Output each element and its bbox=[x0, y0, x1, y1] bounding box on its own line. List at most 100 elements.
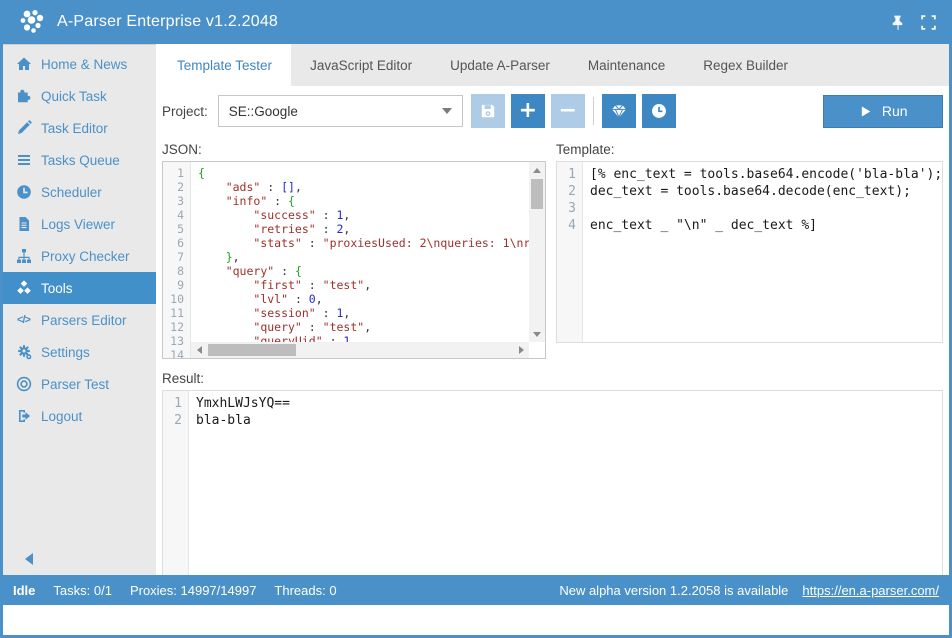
save-project-button[interactable] bbox=[471, 94, 505, 128]
home-icon bbox=[15, 56, 32, 73]
tab-regex-builder[interactable]: Regex Builder bbox=[684, 44, 807, 86]
code-icon: </> bbox=[15, 312, 32, 329]
pencil-icon bbox=[15, 120, 32, 137]
sidebar-item-label: Parser Test bbox=[41, 377, 109, 392]
chevron-down-icon bbox=[442, 108, 452, 114]
sidebar-item-label: Logout bbox=[41, 409, 82, 424]
play-icon bbox=[859, 105, 872, 118]
sidebar-item-logout[interactable]: Logout bbox=[3, 400, 156, 432]
tab-javascript-editor[interactable]: JavaScript Editor bbox=[291, 44, 431, 86]
remove-project-button[interactable]: − bbox=[551, 94, 585, 128]
sidebar-item-parsers-editor[interactable]: </> Parsers Editor bbox=[3, 304, 156, 336]
sidebar-item-label: Tools bbox=[41, 281, 73, 296]
project-toolbar: Project: SE::Google + − bbox=[158, 86, 952, 136]
tab-label: Update A-Parser bbox=[450, 58, 550, 73]
sidebar-item-label: Settings bbox=[41, 345, 90, 360]
main-area: Template Tester JavaScript Editor Update… bbox=[158, 44, 952, 575]
app-logo-icon bbox=[17, 7, 47, 37]
cubes-icon bbox=[15, 280, 32, 297]
statusbar: Idle Tasks: 0/1 Proxies: 14997/14997 Thr… bbox=[3, 575, 949, 605]
status-tasks: Tasks: 0/1 bbox=[53, 583, 112, 598]
run-button-label: Run bbox=[882, 103, 908, 119]
history-button[interactable] bbox=[642, 94, 676, 128]
project-select[interactable]: SE::Google bbox=[218, 95, 463, 127]
template-panel-label: Template: bbox=[556, 142, 943, 157]
tab-label: Maintenance bbox=[588, 58, 665, 73]
target-icon bbox=[15, 376, 32, 393]
sidebar-item-label: Parsers Editor bbox=[41, 313, 127, 328]
status-proxies: Proxies: 14997/14997 bbox=[130, 583, 256, 598]
horizontal-scrollbar[interactable] bbox=[191, 342, 529, 358]
toolbar-separator bbox=[593, 97, 594, 125]
gem-icon bbox=[610, 102, 628, 120]
result-panel: Result: 12YmxhLWJsYQ==bla-bla bbox=[162, 371, 943, 575]
sidebar: Home & News Quick Task Task Editor Tasks… bbox=[3, 44, 156, 575]
sidebar-item-quick-task[interactable]: Quick Task bbox=[3, 80, 156, 112]
tab-label: JavaScript Editor bbox=[310, 58, 412, 73]
add-project-button[interactable]: + bbox=[511, 94, 545, 128]
tabstrip: Template Tester JavaScript Editor Update… bbox=[158, 44, 952, 86]
clock-icon bbox=[15, 184, 32, 201]
sidebar-item-proxy-checker[interactable]: Proxy Checker bbox=[3, 240, 156, 272]
plus-icon: + bbox=[519, 100, 537, 122]
json-code-editor[interactable]: 1234567891011121314{ "ads" : [], "info" … bbox=[162, 161, 546, 359]
project-select-value: SE::Google bbox=[229, 104, 298, 119]
sidebar-item-label: Proxy Checker bbox=[41, 249, 130, 264]
run-button[interactable]: Run bbox=[823, 95, 943, 128]
template-panel: Template: 1234[% enc_text = tools.base64… bbox=[556, 142, 943, 359]
scroll-left-arrow[interactable] bbox=[191, 342, 207, 358]
json-panel-label: JSON: bbox=[162, 142, 546, 157]
network-icon bbox=[15, 248, 32, 265]
pin-icon[interactable] bbox=[889, 14, 906, 31]
json-panel: JSON: 1234567891011121314{ "ads" : [], "… bbox=[162, 142, 546, 359]
sidebar-item-tools[interactable]: Tools bbox=[3, 272, 156, 304]
status-state: Idle bbox=[13, 583, 35, 598]
result-panel-label: Result: bbox=[162, 371, 943, 386]
puzzle-icon bbox=[15, 88, 32, 105]
project-label: Project: bbox=[162, 104, 208, 119]
sidebar-item-parser-test[interactable]: Parser Test bbox=[3, 368, 156, 400]
horizontal-scroll-thumb[interactable] bbox=[208, 344, 296, 356]
sidebar-item-label: Task Editor bbox=[41, 121, 108, 136]
minus-icon: − bbox=[559, 100, 577, 122]
document-icon bbox=[15, 216, 32, 233]
vertical-scrollbar[interactable] bbox=[529, 162, 545, 342]
sidebar-item-logs-viewer[interactable]: Logs Viewer bbox=[3, 208, 156, 240]
sidebar-item-scheduler[interactable]: Scheduler bbox=[3, 176, 156, 208]
sidebar-item-label: Scheduler bbox=[41, 185, 102, 200]
update-notice: New alpha version 1.2.2058 is available bbox=[559, 583, 788, 598]
sidebar-item-label: Logs Viewer bbox=[41, 217, 115, 232]
vertical-scroll-thumb[interactable] bbox=[531, 179, 543, 209]
tab-template-tester[interactable]: Template Tester bbox=[158, 44, 291, 86]
tab-update-a-parser[interactable]: Update A-Parser bbox=[431, 44, 569, 86]
sidebar-item-settings[interactable]: Settings bbox=[3, 336, 156, 368]
list-icon bbox=[15, 152, 32, 169]
sidebar-item-label: Quick Task bbox=[41, 89, 107, 104]
logout-icon bbox=[15, 408, 32, 425]
sidebar-collapse-arrow[interactable] bbox=[25, 553, 33, 565]
app-window: A-Parser Enterprise v1.2.2048 Home & New… bbox=[0, 0, 952, 638]
fullscreen-icon[interactable] bbox=[920, 14, 937, 31]
app-title: A-Parser Enterprise v1.2.2048 bbox=[57, 13, 278, 31]
tab-maintenance[interactable]: Maintenance bbox=[569, 44, 684, 86]
sidebar-item-home-news[interactable]: Home & News bbox=[3, 48, 156, 80]
gem-button[interactable] bbox=[602, 94, 636, 128]
panels-area: JSON: 1234567891011121314{ "ads" : [], "… bbox=[158, 136, 952, 575]
gears-icon bbox=[15, 344, 32, 361]
sidebar-item-task-editor[interactable]: Task Editor bbox=[3, 112, 156, 144]
scroll-up-arrow[interactable] bbox=[529, 162, 545, 178]
update-link[interactable]: https://en.a-parser.com/ bbox=[802, 583, 939, 598]
floppy-icon bbox=[479, 102, 497, 120]
status-threads: Threads: 0 bbox=[274, 583, 336, 598]
sidebar-item-tasks-queue[interactable]: Tasks Queue bbox=[3, 144, 156, 176]
sidebar-item-label: Tasks Queue bbox=[41, 153, 120, 168]
scroll-right-arrow[interactable] bbox=[513, 342, 529, 358]
tab-label: Regex Builder bbox=[703, 58, 788, 73]
tab-label: Template Tester bbox=[177, 58, 272, 73]
sidebar-item-label: Home & News bbox=[41, 57, 127, 72]
template-code-editor[interactable]: 1234[% enc_text = tools.base64.encode('b… bbox=[556, 161, 943, 343]
history-clock-icon bbox=[650, 102, 668, 120]
result-code-editor[interactable]: 12YmxhLWJsYQ==bla-bla bbox=[162, 390, 943, 575]
titlebar: A-Parser Enterprise v1.2.2048 bbox=[3, 0, 949, 44]
scroll-down-arrow[interactable] bbox=[529, 326, 545, 342]
